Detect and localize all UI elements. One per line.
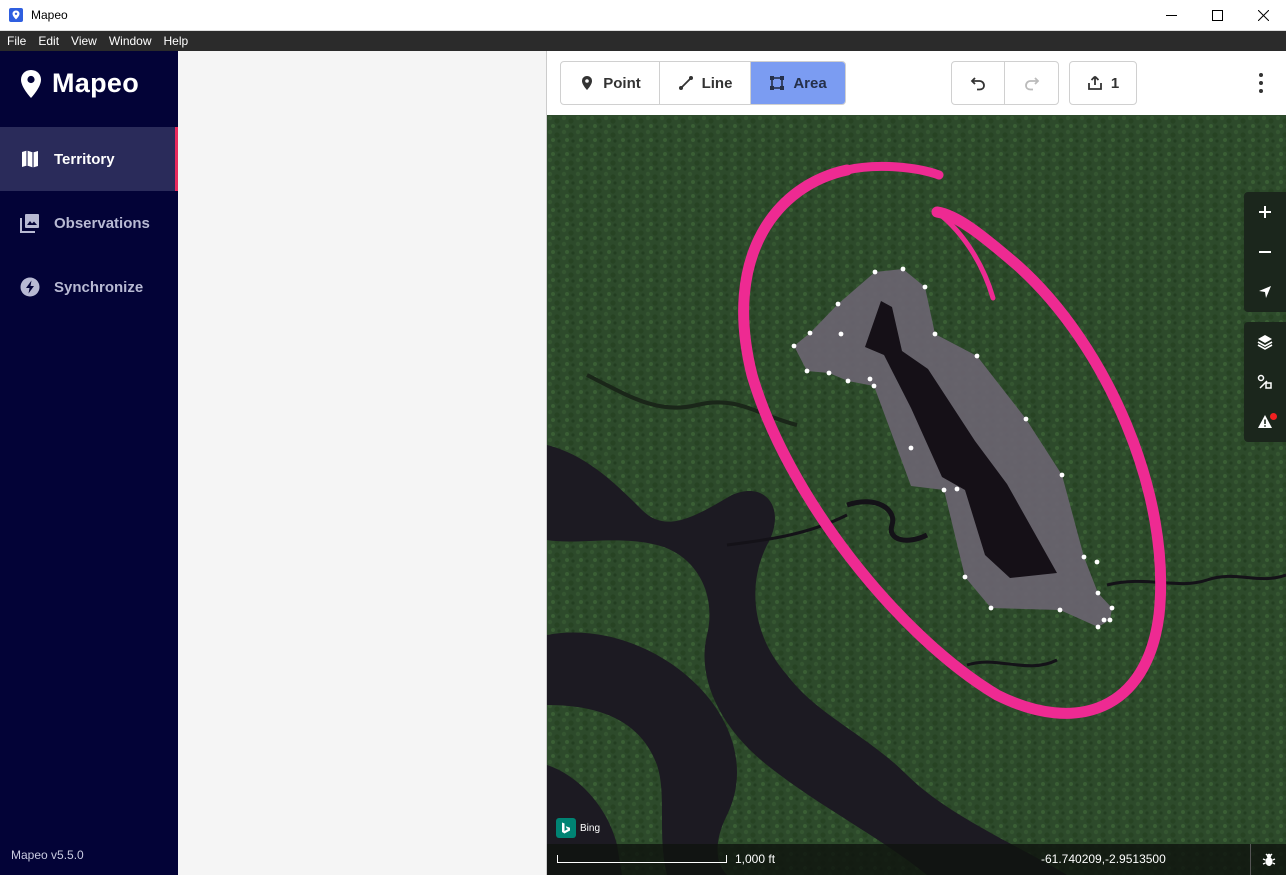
map-icon [20,149,40,169]
plus-icon [1259,206,1271,218]
bug-icon [1262,853,1275,866]
zoom-controls [1244,192,1286,312]
bing-label: Bing [580,822,601,834]
sidebar: Mapeo Territory Observations Synchronize… [0,51,178,875]
upload-count: 1 [1110,74,1120,92]
upload-button[interactable]: 1 [1070,62,1136,104]
area-icon [770,76,785,90]
window-title: Mapeo [31,8,68,22]
line-label: Line [701,74,733,92]
layers-button[interactable] [1244,322,1286,362]
line-icon [678,76,693,90]
upload-icon [1087,75,1102,90]
shapes-icon [1257,374,1272,389]
menu-bar: File Edit View Window Help [0,31,1286,51]
brand-name: Mapeo [52,68,140,98]
bing-attribution[interactable]: Bing [556,818,600,838]
undo-button[interactable] [952,62,1005,104]
flash-icon [20,277,40,297]
brand: Mapeo [20,68,139,99]
menu-edit[interactable]: Edit [38,34,59,48]
undo-icon [970,77,985,91]
scale-label: 1,000 ft [735,852,776,866]
notification-dot [1270,413,1277,420]
bing-logo-icon [556,818,576,838]
map-data-button[interactable] [1244,362,1286,402]
map-toolbar: Point Line Area 1 [547,51,1286,115]
redo-button[interactable] [1005,62,1058,104]
draw-mode-group: Point Line Area [560,61,846,105]
zoom-out-button[interactable] [1244,232,1286,272]
close-button[interactable] [1240,0,1286,31]
window-titlebar: Mapeo [0,0,1286,31]
menu-help[interactable]: Help [164,34,189,48]
geolocate-button[interactable] [1244,272,1286,312]
menu-file[interactable]: File [7,34,26,48]
minimize-icon [1165,15,1177,16]
minus-icon [1259,251,1271,253]
menu-window[interactable]: Window [109,34,152,48]
sidebar-item-territory[interactable]: Territory [0,127,178,191]
scale-bar [557,855,727,863]
upload-group: 1 [1069,61,1137,105]
sidebar-item-label: Synchronize [54,278,144,296]
zoom-in-button[interactable] [1244,192,1286,232]
photo-library-icon [20,213,40,233]
point-label: Point [603,74,641,92]
sidebar-item-observations[interactable]: Observations [0,191,178,255]
mapeo-app-icon [9,8,23,22]
navigation-arrow-icon [1259,286,1271,298]
map-tools [1244,322,1286,442]
maximize-button[interactable] [1194,0,1240,31]
redo-icon [1024,77,1039,91]
more-options-icon[interactable] [1258,73,1264,93]
map-status-bar: 1,000 ft -61.740209,-2.9513500 [547,844,1286,875]
cursor-coordinates: -61.740209,-2.9513500 [1041,852,1166,866]
history-group [951,61,1059,105]
area-label: Area [793,74,827,92]
map-view[interactable]: Bing 1,000 ft -61.740209,-2.9513500 [547,115,1286,875]
sidebar-item-label: Observations [54,214,150,232]
area-button[interactable]: Area [751,62,845,104]
point-icon [582,76,593,90]
sidebar-item-label: Territory [54,150,115,168]
minimize-button[interactable] [1148,0,1194,31]
satellite-map [547,115,1286,875]
debug-button[interactable] [1250,844,1286,875]
app-version: Mapeo v5.5.0 [11,848,84,862]
location-pin-icon [21,69,41,98]
layers-icon [1257,335,1273,350]
point-button[interactable]: Point [561,62,660,104]
sidebar-item-synchronize[interactable]: Synchronize [0,255,178,319]
close-icon [1257,10,1269,21]
line-button[interactable]: Line [660,62,751,104]
issues-button[interactable] [1244,402,1286,442]
maximize-icon [1211,10,1223,21]
menu-view[interactable]: View [71,34,97,48]
side-panel [178,51,547,875]
